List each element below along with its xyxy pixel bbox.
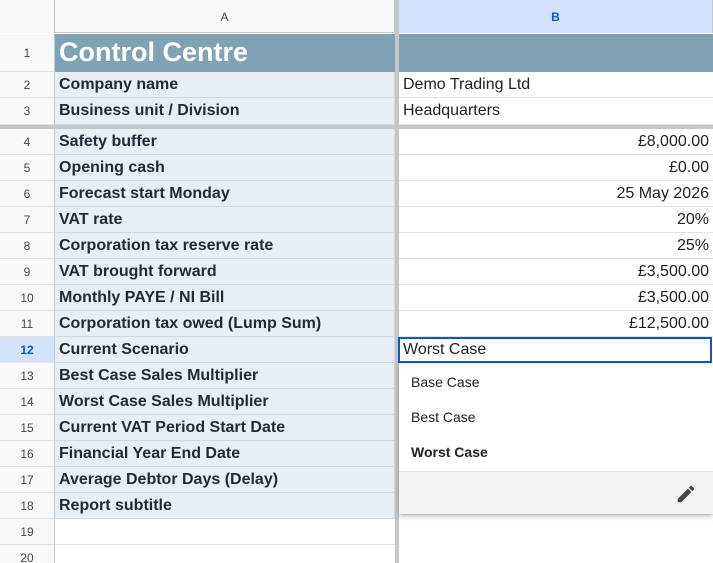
title-cell[interactable]: Control Centre — [55, 34, 395, 72]
table-row: 3 Business unit / Division Headquarters — [0, 98, 713, 125]
row-number[interactable]: 17 — [0, 467, 55, 493]
label-cell[interactable]: Company name — [55, 72, 395, 98]
label-cell[interactable]: Average Debtor Days (Delay) — [55, 467, 395, 493]
label-cell[interactable]: Worst Case Sales Multiplier — [55, 389, 395, 415]
value-cell[interactable]: £0.00 — [399, 155, 713, 181]
label-cell[interactable]: Current VAT Period Start Date — [55, 415, 395, 441]
value-cell[interactable]: £3,500.00 — [399, 259, 713, 285]
table-row: 11 Corporation tax owed (Lump Sum) £12,5… — [0, 311, 713, 337]
table-row: 1 Control Centre — [0, 34, 713, 72]
value-cell[interactable]: £8,000.00 — [399, 129, 713, 155]
column-header-b[interactable]: B — [399, 0, 713, 33]
row-number-selected[interactable]: 12 — [0, 337, 55, 363]
active-cell-value: Worst Case — [403, 341, 487, 358]
label-cell[interactable]: Forecast start Monday — [55, 181, 395, 207]
label-cell[interactable]: Financial Year End Date — [55, 441, 395, 467]
label-cell[interactable]: Best Case Sales Multiplier — [55, 363, 395, 389]
value-cell[interactable]: Demo Trading Ltd — [399, 72, 713, 98]
value-cell[interactable]: Headquarters — [399, 98, 713, 125]
value-cell[interactable]: 25% — [399, 233, 713, 259]
dropdown-option-best-case[interactable]: Best Case — [399, 399, 713, 434]
select-all-corner[interactable] — [0, 0, 55, 33]
row-number[interactable]: 20 — [0, 545, 55, 563]
row-number[interactable]: 6 — [0, 181, 55, 207]
label-cell[interactable]: Safety buffer — [55, 129, 395, 155]
table-row: 19 — [0, 519, 713, 545]
label-cell[interactable]: Opening cash — [55, 155, 395, 181]
row-number[interactable]: 8 — [0, 233, 55, 259]
row-number[interactable]: 1 — [0, 34, 55, 72]
value-cell[interactable]: £3,500.00 — [399, 285, 713, 311]
scenario-dropdown-menu: Base Case Best Case Worst Case — [399, 364, 713, 514]
row-number[interactable]: 14 — [0, 389, 55, 415]
table-row: 7 VAT rate 20% — [0, 207, 713, 233]
frozen-row-divider[interactable] — [0, 125, 713, 129]
label-cell[interactable]: Current Scenario — [55, 337, 395, 363]
row-number[interactable]: 18 — [0, 493, 55, 519]
active-cell-current-scenario[interactable]: Worst Case — [398, 337, 712, 363]
label-cell[interactable]: Monthly PAYE / NI Bill — [55, 285, 395, 311]
row-number[interactable]: 2 — [0, 72, 55, 98]
row-number[interactable]: 7 — [0, 207, 55, 233]
label-cell[interactable]: Corporation tax reserve rate — [55, 233, 395, 259]
table-row: 4 Safety buffer £8,000.00 — [0, 129, 713, 155]
dropdown-footer — [399, 471, 713, 514]
table-row: 20 — [0, 545, 713, 563]
dropdown-option-worst-case[interactable]: Worst Case — [399, 434, 713, 469]
label-cell[interactable]: VAT rate — [55, 207, 395, 233]
value-cell[interactable]: 20% — [399, 207, 713, 233]
pencil-icon[interactable] — [675, 483, 697, 505]
dropdown-option-base-case[interactable]: Base Case — [399, 364, 713, 399]
row-number[interactable]: 11 — [0, 311, 55, 337]
label-cell[interactable]: Corporation tax owed (Lump Sum) — [55, 311, 395, 337]
table-row: 2 Company name Demo Trading Ltd — [0, 72, 713, 98]
table-row: 6 Forecast start Monday 25 May 2026 — [0, 181, 713, 207]
row-number[interactable]: 10 — [0, 285, 55, 311]
table-row: 8 Corporation tax reserve rate 25% — [0, 233, 713, 259]
table-row: 10 Monthly PAYE / NI Bill £3,500.00 — [0, 285, 713, 311]
row-number[interactable]: 9 — [0, 259, 55, 285]
empty-cell[interactable] — [55, 519, 395, 545]
row-number[interactable]: 13 — [0, 363, 55, 389]
label-cell[interactable]: Report subtitle — [55, 493, 395, 519]
value-cell[interactable]: £12,500.00 — [399, 311, 713, 337]
row-number[interactable]: 4 — [0, 129, 55, 155]
label-cell[interactable]: Business unit / Division — [55, 98, 395, 125]
row-number[interactable]: 19 — [0, 519, 55, 545]
table-row: 5 Opening cash £0.00 — [0, 155, 713, 181]
row-number[interactable]: 5 — [0, 155, 55, 181]
spreadsheet-grid: A B 1 Control Centre 2 Company name Demo… — [0, 0, 713, 563]
row-number[interactable]: 16 — [0, 441, 55, 467]
value-cell[interactable]: 25 May 2026 — [399, 181, 713, 207]
value-cell[interactable] — [399, 34, 713, 72]
table-row: 9 VAT brought forward £3,500.00 — [0, 259, 713, 285]
row-number[interactable]: 15 — [0, 415, 55, 441]
empty-cell[interactable] — [55, 545, 395, 563]
label-cell[interactable]: VAT brought forward — [55, 259, 395, 285]
row-number[interactable]: 3 — [0, 98, 55, 125]
column-header-a[interactable]: A — [55, 0, 395, 33]
